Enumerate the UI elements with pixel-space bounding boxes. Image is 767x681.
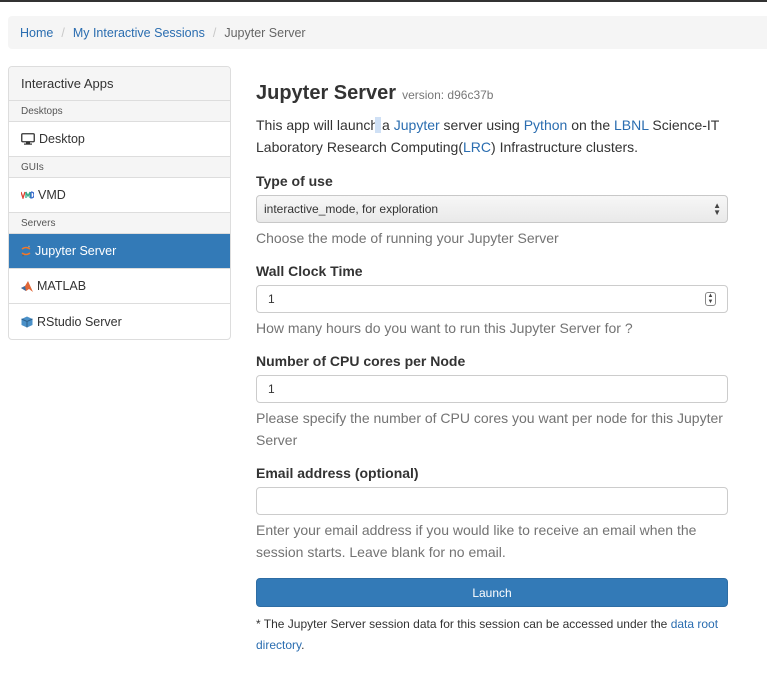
email-help: Enter your email address if you would li… bbox=[256, 522, 697, 560]
description-text: server using bbox=[439, 117, 524, 133]
sidebar-header: Interactive Apps bbox=[9, 67, 230, 101]
email-input[interactable] bbox=[256, 487, 728, 515]
type-of-use-help: Choose the mode of running your Jupyter … bbox=[256, 230, 559, 246]
interactive-apps-sidebar: Interactive Apps Desktops Desktop GUIs V… bbox=[8, 66, 231, 340]
jupyter-logo-icon bbox=[21, 245, 31, 257]
cpu-cores-group: Number of CPU cores per Node 1 Please sp… bbox=[256, 353, 728, 451]
breadcrumb-current: Jupyter Server bbox=[224, 25, 306, 40]
type-of-use-select[interactable]: interactive_mode, for exploration ▲ ▼ bbox=[256, 195, 728, 223]
sidebar-item-label: RStudio Server bbox=[37, 314, 122, 329]
description-text: on the bbox=[567, 117, 615, 133]
top-border bbox=[0, 0, 767, 2]
type-of-use-group: Type of use interactive_mode, for explor… bbox=[256, 173, 728, 249]
cpu-cores-help: Please specify the number of CPU cores y… bbox=[256, 410, 723, 448]
wall-clock-help: How many hours do you want to run this J… bbox=[256, 320, 633, 336]
breadcrumb: Home / My Interactive Sessions / Jupyter… bbox=[8, 16, 767, 49]
description-text: a bbox=[378, 117, 394, 133]
breadcrumb-sessions-link[interactable]: My Interactive Sessions bbox=[73, 26, 205, 40]
wall-clock-group: Wall Clock Time 1 ▲ ▼ How many hours do y… bbox=[256, 263, 728, 339]
jupyter-link[interactable]: Jupyter bbox=[394, 117, 440, 133]
sidebar-item-desktop[interactable]: Desktop bbox=[9, 122, 230, 157]
monitor-icon bbox=[21, 133, 35, 145]
description-text: ) Infrastructure clusters. bbox=[491, 139, 639, 155]
wall-clock-label: Wall Clock Time bbox=[256, 263, 363, 279]
app-title-row: Jupyter Server version: d96c37b bbox=[256, 82, 728, 105]
breadcrumb-separator: / bbox=[61, 25, 65, 40]
footnote: * The Jupyter Server session data for th… bbox=[256, 614, 728, 656]
sidebar-item-vmd[interactable]: VMD bbox=[9, 178, 230, 213]
python-link[interactable]: Python bbox=[524, 117, 568, 133]
footnote-text: * The Jupyter Server session data for th… bbox=[256, 617, 671, 631]
wall-clock-input[interactable]: 1 ▲ ▼ bbox=[256, 285, 728, 313]
matlab-logo-icon bbox=[21, 280, 33, 292]
version-label: version: d96c37b bbox=[402, 88, 494, 102]
breadcrumb-separator: / bbox=[212, 25, 217, 40]
lrc-link[interactable]: LRC bbox=[463, 139, 491, 155]
sidebar-group-guis: GUIs bbox=[9, 157, 230, 178]
input-value: 1 bbox=[268, 292, 275, 306]
breadcrumb-home-link[interactable]: Home bbox=[20, 26, 53, 40]
vmd-logo-icon bbox=[21, 191, 34, 199]
rstudio-logo-icon bbox=[21, 316, 33, 328]
lbnl-link[interactable]: LBNL bbox=[614, 117, 649, 133]
sidebar-item-rstudio-server[interactable]: RStudio Server bbox=[9, 304, 230, 339]
app-description: This app will launch a Jupyter server us… bbox=[256, 114, 728, 158]
sidebar-item-label: Desktop bbox=[39, 132, 85, 146]
select-arrows-icon: ▲ ▼ bbox=[713, 201, 721, 217]
sidebar-item-label: VMD bbox=[38, 188, 66, 202]
cpu-cores-input[interactable]: 1 bbox=[256, 375, 728, 403]
sidebar-item-label: Jupyter Server bbox=[35, 244, 117, 258]
description-text: This app will launch bbox=[256, 117, 379, 133]
input-value: 1 bbox=[268, 382, 275, 396]
sidebar-group-servers: Servers bbox=[9, 213, 230, 234]
sidebar-item-jupyter-server[interactable]: Jupyter Server bbox=[9, 234, 230, 269]
page-title: Jupyter Server bbox=[256, 82, 397, 104]
app-form-panel: Jupyter Server version: d96c37b This app… bbox=[256, 82, 728, 656]
sidebar-group-desktops: Desktops bbox=[9, 101, 230, 122]
type-of-use-label: Type of use bbox=[256, 173, 333, 189]
footnote-end: . bbox=[301, 638, 305, 652]
email-label: Email address (optional) bbox=[256, 465, 419, 481]
launch-button[interactable]: Launch bbox=[256, 578, 728, 607]
sidebar-item-label: MATLAB bbox=[37, 279, 87, 293]
email-group: Email address (optional) Enter your emai… bbox=[256, 465, 728, 563]
sidebar-item-matlab[interactable]: MATLAB bbox=[9, 269, 230, 304]
number-stepper-icon[interactable]: ▲ ▼ bbox=[705, 292, 716, 306]
select-value: interactive_mode, for exploration bbox=[264, 202, 439, 216]
cpu-cores-label: Number of CPU cores per Node bbox=[256, 353, 466, 369]
